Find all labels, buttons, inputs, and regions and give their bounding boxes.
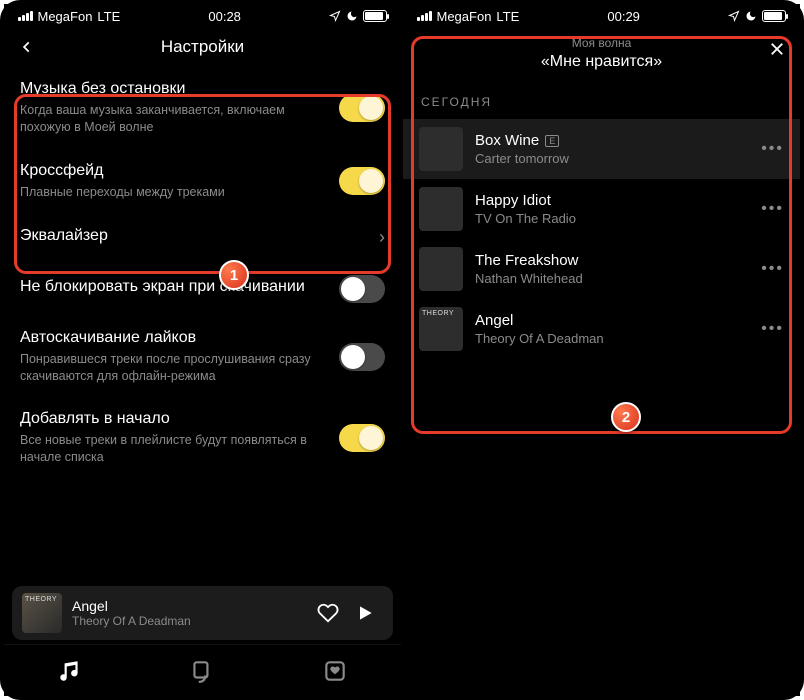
setting-sub: Понравившеся треки после прослушивания с… — [20, 351, 327, 385]
clock: 00:28 — [208, 9, 241, 24]
track-artist: Nathan Whitehead — [475, 271, 749, 286]
setting-title: Кроссфейд — [20, 162, 327, 180]
back-button[interactable] — [14, 34, 40, 60]
tab-podcasts[interactable] — [189, 658, 215, 684]
signal-icon — [18, 11, 33, 21]
chevron-right-icon: › — [379, 227, 385, 248]
track-name: Angel — [475, 312, 513, 329]
tab-bar — [4, 644, 401, 696]
network-label: LTE — [97, 9, 120, 24]
more-button[interactable]: ••• — [761, 320, 784, 338]
setting-title: Не блокировать экран при скачивании — [20, 278, 327, 296]
track-row[interactable]: Angel Theory Of A Deadman ••• — [403, 299, 800, 359]
track-artist: TV On The Radio — [475, 211, 749, 226]
album-art — [419, 307, 463, 351]
annotation-badge-2: 2 — [611, 402, 641, 432]
setting-nonstop: Музыка без остановки Когда ваша музыка з… — [4, 68, 401, 150]
mini-player[interactable]: Angel Theory Of A Deadman — [12, 586, 393, 640]
mini-player-artist: Theory Of A Deadman — [72, 614, 307, 628]
settings-header: Настройки — [4, 26, 401, 68]
track-row[interactable]: Happy Idiot TV On The Radio ••• — [403, 179, 800, 239]
tab-liked[interactable] — [322, 658, 348, 684]
play-button[interactable] — [355, 603, 383, 623]
battery-icon — [762, 10, 786, 22]
phone-queue: MegaFon LTE 00:29 Моя волна «Мне нравитс… — [403, 4, 800, 696]
setting-nolock: Не блокировать экран при скачивании — [4, 263, 401, 317]
toggle-autodl[interactable] — [339, 343, 385, 371]
like-button[interactable] — [317, 602, 345, 624]
track-artist: Carter tomorrow — [475, 151, 749, 166]
track-artist: Theory Of A Deadman — [475, 331, 749, 346]
carrier-label: MegaFon — [437, 9, 492, 24]
page-title: Настройки — [161, 37, 244, 57]
mini-player-art — [22, 593, 62, 633]
setting-equalizer[interactable]: Эквалайзер › — [4, 215, 401, 263]
network-label: LTE — [496, 9, 519, 24]
more-button[interactable]: ••• — [761, 200, 784, 218]
album-art — [419, 187, 463, 231]
more-button[interactable]: ••• — [761, 260, 784, 278]
status-bar: MegaFon LTE 00:29 — [403, 4, 800, 26]
setting-title: Эквалайзер — [20, 227, 367, 245]
location-icon — [329, 10, 341, 22]
clock: 00:29 — [607, 9, 640, 24]
location-icon — [728, 10, 740, 22]
toggle-addtop[interactable] — [339, 424, 385, 452]
setting-addtop: Добавлять в начало Все новые треки в пле… — [4, 398, 401, 480]
more-button[interactable]: ••• — [761, 140, 784, 158]
signal-icon — [417, 11, 432, 21]
queue-context: Моя волна — [403, 36, 800, 50]
setting-sub: Все новые треки в плейлисте будут появля… — [20, 432, 327, 466]
status-bar: MegaFon LTE 00:28 — [4, 4, 401, 26]
phone-settings: MegaFon LTE 00:28 Настройки Музыка без о… — [4, 4, 401, 696]
mini-player-title: Angel — [72, 598, 307, 614]
track-row[interactable]: Box Wine E Carter tomorrow ••• — [403, 119, 800, 179]
album-art — [419, 247, 463, 291]
queue-header: Моя волна «Мне нравится» — [403, 26, 800, 71]
close-button[interactable] — [768, 40, 786, 58]
queue-title: «Мне нравится» — [403, 53, 800, 71]
setting-crossfade: Кроссфейд Плавные переходы между треками — [4, 150, 401, 215]
moon-icon — [745, 10, 757, 22]
explicit-badge: E — [545, 135, 559, 147]
setting-title: Автоскачивание лайков — [20, 329, 327, 347]
tab-music[interactable] — [57, 658, 83, 684]
setting-autodl: Автоскачивание лайков Понравившеся треки… — [4, 317, 401, 399]
section-label: СЕГОДНЯ — [403, 71, 800, 119]
moon-icon — [346, 10, 358, 22]
toggle-nolock[interactable] — [339, 275, 385, 303]
carrier-label: MegaFon — [38, 9, 93, 24]
setting-sub: Когда ваша музыка заканчивается, включае… — [20, 102, 327, 136]
track-name: The Freakshow — [475, 252, 578, 269]
annotation-badge-1: 1 — [219, 260, 249, 290]
track-row[interactable]: The Freakshow Nathan Whitehead ••• — [403, 239, 800, 299]
setting-title: Добавлять в начало — [20, 410, 327, 428]
toggle-nonstop[interactable] — [339, 94, 385, 122]
track-name: Happy Idiot — [475, 192, 551, 209]
track-name: Box Wine — [475, 132, 539, 149]
setting-title: Музыка без остановки — [20, 80, 327, 98]
album-art — [419, 127, 463, 171]
battery-icon — [363, 10, 387, 22]
toggle-crossfade[interactable] — [339, 167, 385, 195]
setting-sub: Плавные переходы между треками — [20, 184, 327, 201]
